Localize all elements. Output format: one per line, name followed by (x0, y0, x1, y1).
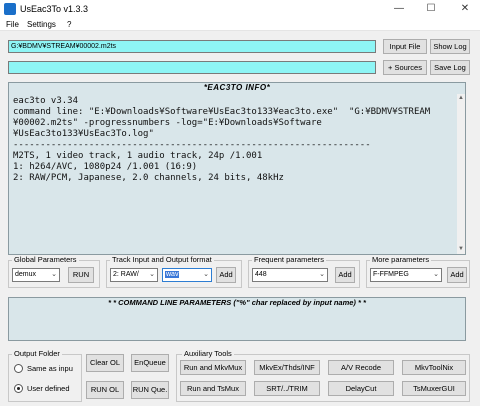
output-folder-group (8, 354, 82, 402)
user-defined-radio[interactable] (14, 384, 23, 393)
global-params-select[interactable]: demux ⌄ (12, 268, 60, 282)
chevron-down-icon: ⌄ (51, 271, 57, 278)
aux-tools-label: Auxiliary Tools (182, 349, 234, 358)
sources-button[interactable]: + Sources (383, 60, 427, 75)
run-button[interactable]: RUN (68, 267, 94, 283)
add-more-button[interactable]: Add (447, 267, 467, 283)
menu-bar (0, 18, 480, 31)
delaycut-button[interactable]: DelayCut (328, 381, 394, 396)
more-params-select[interactable]: F-FFMPEG ⌄ (370, 268, 442, 282)
output-format-value: wav (165, 271, 180, 278)
global-params-value: demux (15, 271, 37, 278)
input-file-button[interactable]: Input File (383, 39, 427, 54)
output-folder-label: Output Folder (12, 349, 62, 358)
add-frequent-button[interactable]: Add (335, 267, 355, 283)
frequent-params-label: Frequent parameters (252, 255, 327, 264)
srt-trim-button[interactable]: SRT/../TRIM (254, 381, 320, 396)
close-button[interactable]: ✕ (450, 0, 480, 18)
save-log-button[interactable]: Save Log (430, 60, 470, 75)
enqueue-button[interactable]: EnQueue (131, 354, 169, 372)
track-select[interactable]: 2: RAW/ ⌄ (110, 268, 158, 282)
app-icon (4, 3, 16, 15)
more-params-label: More parameters (370, 255, 432, 264)
global-params-label: Global Parameters (12, 255, 79, 264)
clear-ol-button[interactable]: Clear OL (86, 354, 124, 372)
more-params-value: F-FFMPEG (373, 271, 409, 278)
same-as-input-label: Same as inpu (27, 364, 73, 373)
menu-help[interactable]: ? (67, 19, 71, 30)
user-defined-label: User defined (27, 384, 70, 393)
chevron-down-icon: ⌄ (203, 271, 209, 278)
minimize-button[interactable]: — (384, 0, 414, 18)
tsmuxergui-button[interactable]: TsMuxerGUI (402, 381, 466, 396)
command-line-header: * * COMMAND LINE PARAMETERS ("%" char re… (108, 298, 366, 307)
menu-settings[interactable]: Settings (27, 19, 56, 30)
chevron-down-icon: ⌄ (433, 271, 439, 278)
track-label: Track Input and Output format (110, 255, 214, 264)
maximize-button[interactable]: ☐ (416, 0, 446, 18)
mkvex-button[interactable]: MkvEx/Thds/INF (254, 360, 320, 375)
mkvtoolnix-button[interactable]: MkvToolNix (402, 360, 466, 375)
eac3to-info-header: *EAC3TO INFO* (203, 83, 271, 92)
window-title: UsEac3To v1.3.3 (20, 4, 89, 14)
menu-file[interactable]: File (6, 19, 19, 30)
scroll-down-icon[interactable]: ▼ (458, 246, 464, 252)
chevron-down-icon: ⌄ (149, 271, 155, 278)
chevron-down-icon: ⌄ (319, 271, 325, 278)
command-line-input[interactable] (12, 310, 462, 338)
scroll-up-icon[interactable]: ▲ (458, 95, 464, 101)
frequent-params-value: 448 (255, 271, 267, 278)
run-queue-button[interactable]: RUN Que. (131, 381, 169, 399)
input-path-field[interactable]: G:¥BDMV¥STREAM¥00002.m2ts (8, 40, 376, 53)
av-recode-button[interactable]: A/V Recode (328, 360, 394, 375)
run-mkvmux-button[interactable]: Run and MkvMux (180, 360, 246, 375)
eac3to-info-text: eac3to v3.34 command line: "E:¥Downloads… (13, 96, 431, 183)
add-track-button[interactable]: Add (216, 267, 236, 283)
run-tsmux-button[interactable]: Run and TsMux (180, 381, 246, 396)
output-format-select[interactable]: wav ⌄ (162, 268, 212, 282)
same-as-input-radio[interactable] (14, 364, 23, 373)
info-scrollbar[interactable] (457, 94, 465, 254)
run-ol-button[interactable]: RUN OL (86, 381, 124, 399)
frequent-params-select[interactable]: 448 ⌄ (252, 268, 328, 282)
show-log-button[interactable]: Show Log (430, 39, 470, 54)
track-value: 2: RAW/ (113, 271, 139, 278)
output-path-field[interactable] (8, 61, 376, 74)
